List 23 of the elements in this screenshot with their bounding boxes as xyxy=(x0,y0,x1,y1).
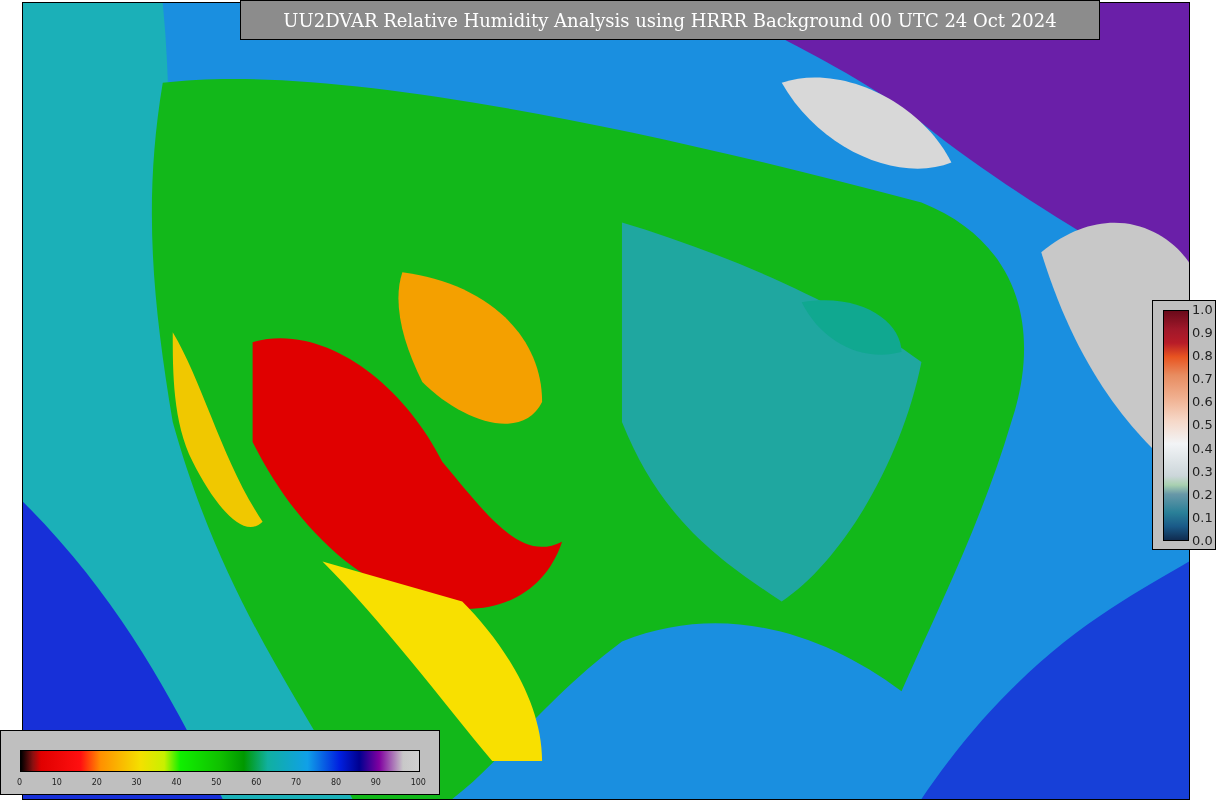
tick-label: 100 xyxy=(410,778,426,787)
tick-label: 50 xyxy=(211,778,222,787)
tick-label: 0.8 xyxy=(1192,349,1213,364)
tick-label: 90 xyxy=(370,778,381,787)
tick-label: 0.3 xyxy=(1192,464,1213,479)
tick-label: 1.0 xyxy=(1192,303,1213,317)
tick-label: 20 xyxy=(91,778,102,787)
tick-label: 0.6 xyxy=(1192,395,1213,410)
tick-label: 0.5 xyxy=(1192,418,1213,433)
tick-label: 80 xyxy=(330,778,342,787)
tick-label: 30 xyxy=(131,778,142,787)
tick-label: 0.2 xyxy=(1192,487,1213,502)
tick-label: 0 xyxy=(17,778,23,787)
tick-label: 0.4 xyxy=(1192,441,1213,456)
tick-label: 0.1 xyxy=(1192,510,1213,525)
tick-label: 40 xyxy=(171,778,182,787)
tick-label: 0.0 xyxy=(1192,533,1213,548)
tick-label: 0.7 xyxy=(1192,372,1213,387)
tick-label: 0.9 xyxy=(1192,326,1213,341)
tick-label: 60 xyxy=(251,778,262,787)
tick-label: 10 xyxy=(51,778,62,787)
map-title: UU2DVAR Relative Humidity Analysis using HRRR Background 00 UTC 24 Oct 2024 xyxy=(240,0,1100,40)
tick-label: 70 xyxy=(291,778,302,787)
